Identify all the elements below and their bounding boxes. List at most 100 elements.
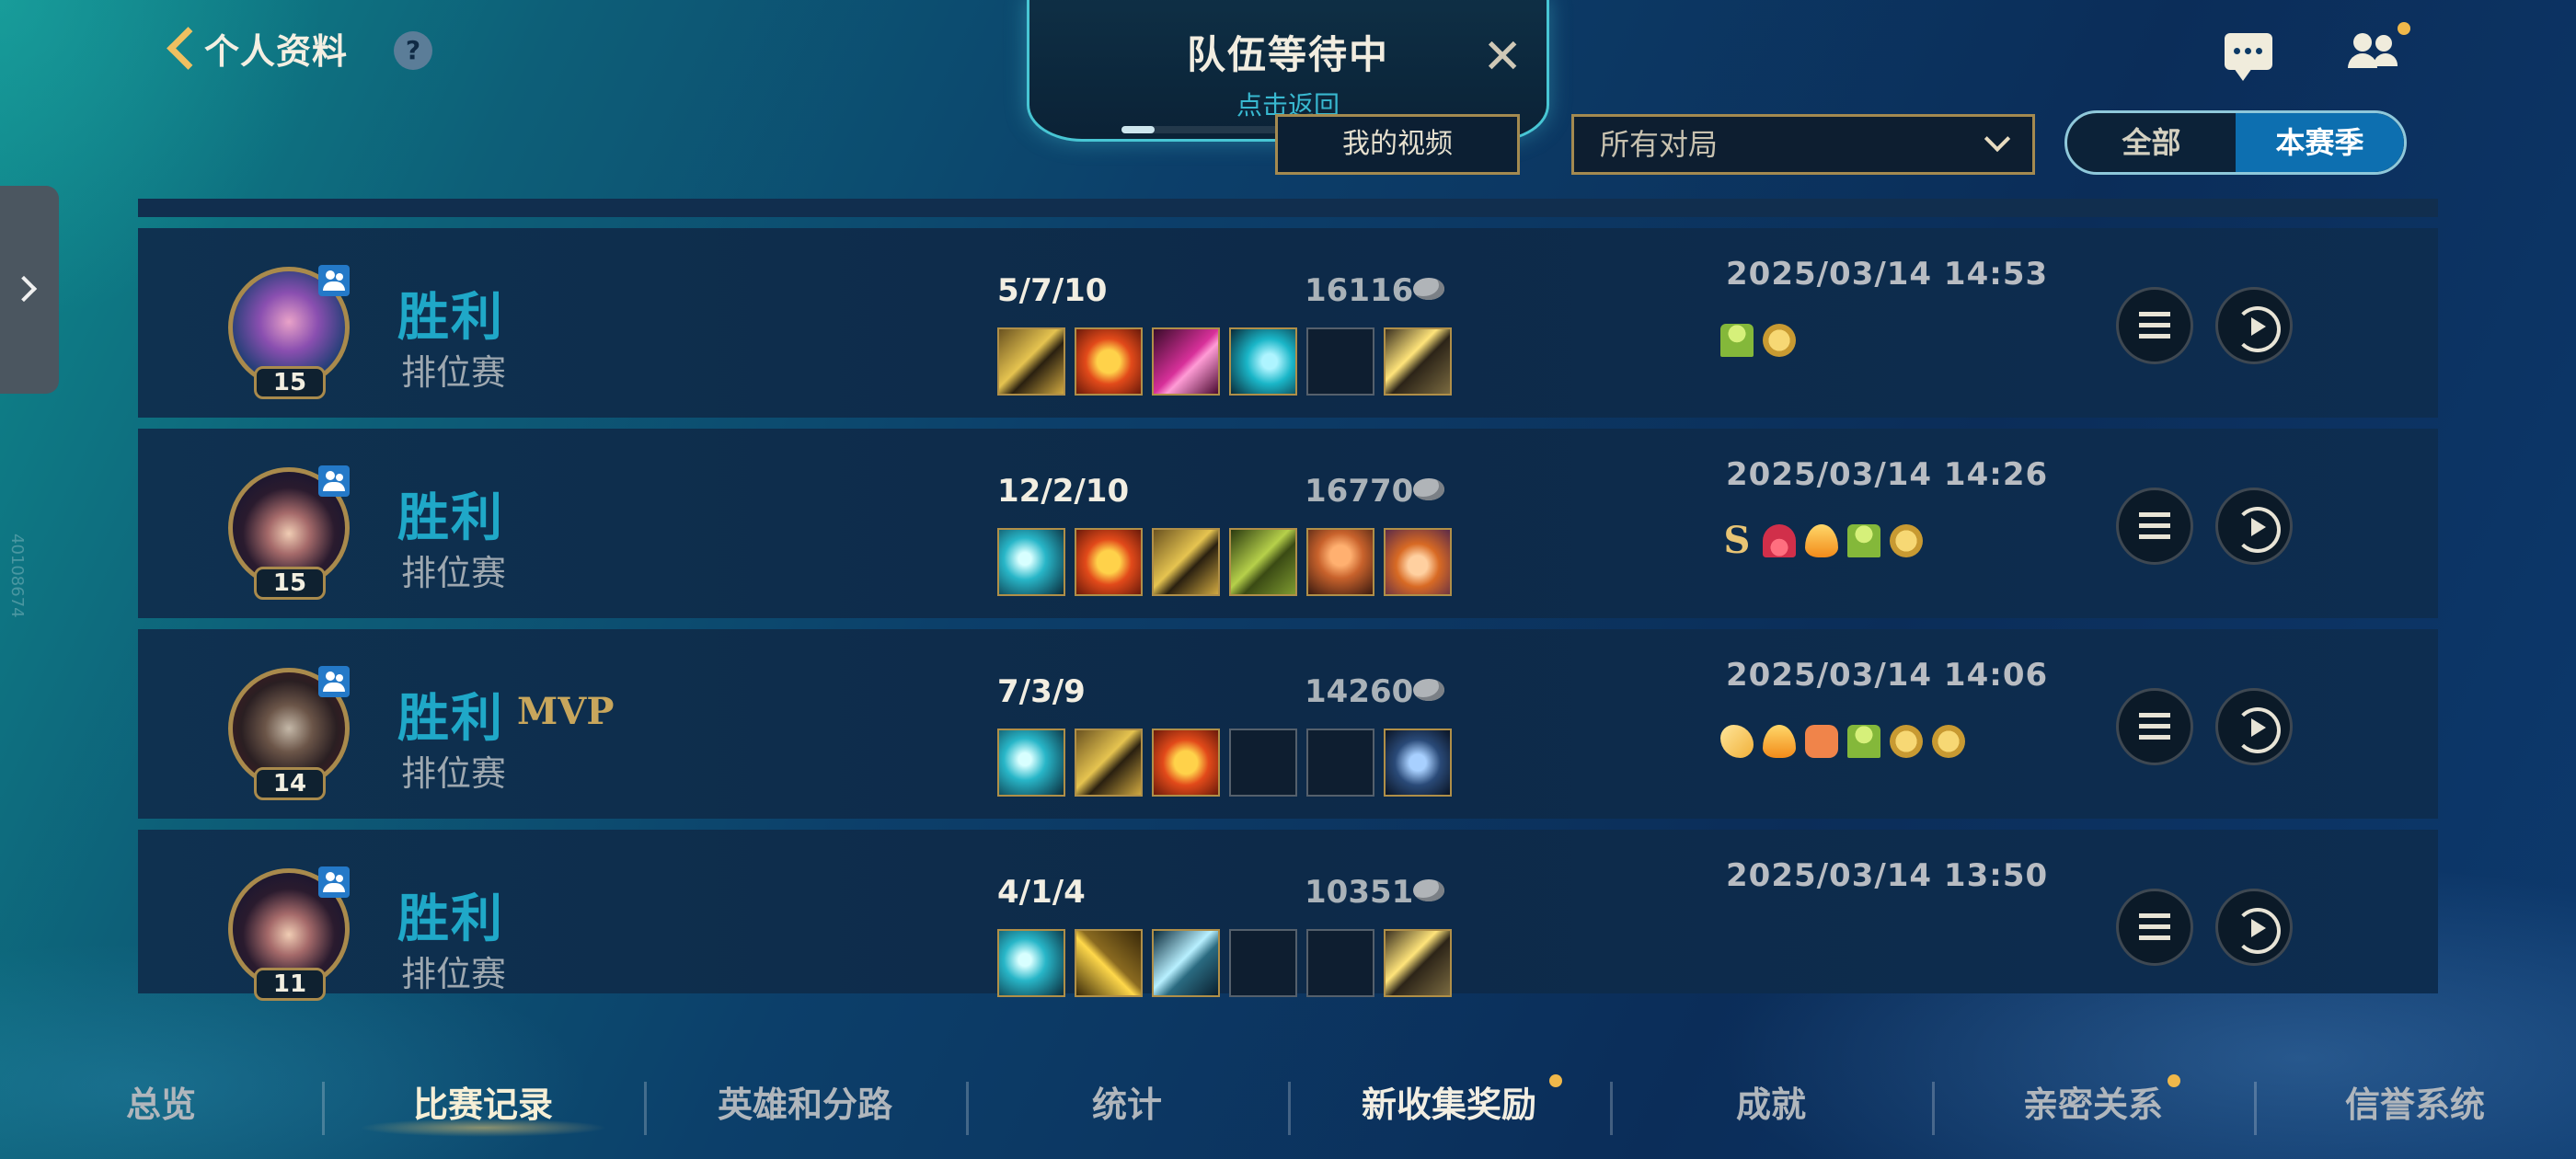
badges [1720, 725, 1965, 758]
my-videos-button[interactable]: 我的视频 [1275, 114, 1520, 175]
match-row[interactable]: 15 胜利 排位赛 12/2/10 16770 2025/03/14 14:26… [138, 429, 2438, 618]
toggle-current-season[interactable]: 本赛季 [2236, 113, 2404, 172]
gold-badge-icon [1932, 725, 1965, 758]
replay-button[interactable] [2215, 889, 2293, 966]
item-green-icon [1229, 528, 1297, 596]
gold-amount: 14260 [1305, 673, 1414, 710]
notification-dot [2398, 22, 2410, 35]
close-icon[interactable]: ✕ [1482, 33, 1523, 81]
item-blade-icon [997, 729, 1065, 797]
kda: 12/2/10 [997, 473, 1130, 510]
match-row[interactable]: 15 胜利 排位赛 5/7/10 16116 2025/03/14 14:53 [138, 228, 2438, 418]
gold-amount: 10351 [1305, 874, 1414, 911]
match-mode: 排位赛 [401, 753, 507, 794]
notification-dot [2168, 1074, 2180, 1087]
gold-amount: 16770 [1305, 473, 1414, 510]
match-datetime: 2025/03/14 14:53 [1726, 256, 2049, 293]
notification-dot [1549, 1074, 1562, 1087]
item-slots [997, 528, 1452, 596]
item-empty-slot [1306, 929, 1374, 997]
item-empty-slot [1306, 327, 1374, 396]
ward-badge-icon [1847, 524, 1880, 557]
replay-button[interactable] [2215, 488, 2293, 565]
item-hammer-icon [1306, 528, 1374, 596]
queue-progress-fill [1121, 126, 1155, 133]
ward-badge-icon [1720, 324, 1754, 357]
ward-badge-icon [1847, 725, 1880, 758]
tab-relationships-label: 亲密关系 [2022, 1084, 2163, 1125]
side-drawer-handle[interactable] [0, 186, 59, 394]
gold-coin-icon [1413, 478, 1444, 500]
gold-badge-icon [1890, 725, 1923, 758]
match-mode: 排位赛 [401, 954, 507, 994]
match-details-button[interactable] [2116, 889, 2193, 966]
item-fire-icon [1152, 729, 1220, 797]
replay-button[interactable] [2215, 688, 2293, 765]
match-result: 胜利 [397, 689, 504, 749]
flame-badge-icon [1720, 725, 1754, 758]
item-blade-icon [997, 929, 1065, 997]
page-title: 个人资料 [204, 30, 349, 72]
item-empty-slot [1229, 729, 1297, 797]
item-slots [997, 327, 1452, 396]
gold-coin-icon [1413, 879, 1444, 901]
match-row[interactable]: 11 胜利 排位赛 4/1/4 10351 2025/03/14 13:50 [138, 830, 2438, 1001]
item-boots-icon [1384, 327, 1452, 396]
tab-achievements[interactable]: 成就 [1610, 1054, 1932, 1155]
replay-button[interactable] [2215, 287, 2293, 364]
gold-amount: 16116 [1305, 272, 1414, 309]
match-details-button[interactable] [2116, 287, 2193, 364]
gold-badge-icon [1763, 324, 1796, 357]
friends-icon[interactable] [2348, 22, 2410, 70]
party-icon [318, 866, 350, 898]
item-mask-icon [1384, 528, 1452, 596]
tab-stats[interactable]: 统计 [966, 1054, 1288, 1155]
match-result: 胜利 [397, 488, 504, 548]
badges [1720, 324, 1796, 357]
item-fire-icon [1075, 528, 1143, 596]
kda: 4/1/4 [997, 874, 1086, 911]
back-button[interactable]: 个人资料 [164, 20, 348, 75]
champion-level: 15 [254, 366, 326, 399]
tab-overview[interactable]: 总览 [0, 1054, 322, 1155]
party-icon [318, 265, 350, 296]
item-cross-blade-icon [1075, 929, 1143, 997]
party-icon [318, 465, 350, 497]
s-rank-badge-icon: S [1723, 519, 1751, 562]
item-blade-icon [997, 528, 1065, 596]
kda: 7/3/9 [997, 673, 1086, 710]
chevron-left-icon [164, 20, 195, 75]
item-boots-icon [1384, 929, 1452, 997]
tab-new-rewards[interactable]: 新收集奖励 [1288, 1054, 1610, 1155]
gold-badge-icon [1890, 524, 1923, 557]
toggle-all[interactable]: 全部 [2067, 113, 2236, 172]
match-mode: 排位赛 [401, 352, 507, 393]
match-datetime: 2025/03/14 14:26 [1726, 456, 2049, 493]
badges: S [1720, 519, 1923, 562]
match-datetime: 2025/03/14 14:06 [1726, 657, 2049, 694]
match-details-button[interactable] [2116, 688, 2193, 765]
item-fire-icon [1075, 327, 1143, 396]
tab-match-history[interactable]: 比赛记录 [322, 1054, 644, 1155]
match-details-button[interactable] [2116, 488, 2193, 565]
item-sword-icon [997, 327, 1065, 396]
tab-champions-roles[interactable]: 英雄和分路 [644, 1054, 966, 1155]
help-icon[interactable]: ? [394, 31, 432, 70]
tab-relationships[interactable]: 亲密关系 [1932, 1054, 2254, 1155]
party-icon [318, 666, 350, 697]
bottom-nav: 总览 比赛记录 英雄和分路 统计 新收集奖励 成就 亲密关系 信誉系统 [0, 1054, 2576, 1155]
list-header-strip [138, 199, 2438, 217]
queue-title: 队伍等待中 [1186, 32, 1389, 77]
item-slots [997, 929, 1452, 997]
match-row[interactable]: 14 胜利 MVP 排位赛 7/3/9 14260 2025/03/14 14:… [138, 629, 2438, 819]
match-filter-value: 所有对局 [1600, 127, 1719, 162]
item-pink-blade-icon [1152, 327, 1220, 396]
item-cyan-icon [1229, 327, 1297, 396]
season-toggle[interactable]: 全部 本赛季 [2064, 110, 2407, 175]
fire-badge-icon [1763, 725, 1796, 758]
tab-honor-system[interactable]: 信誉系统 [2254, 1054, 2576, 1155]
gold-coin-icon [1413, 679, 1444, 701]
match-filter-select[interactable]: 所有对局 [1571, 114, 2035, 175]
red-badge-icon [1763, 524, 1796, 557]
chat-icon[interactable] [2225, 33, 2272, 81]
